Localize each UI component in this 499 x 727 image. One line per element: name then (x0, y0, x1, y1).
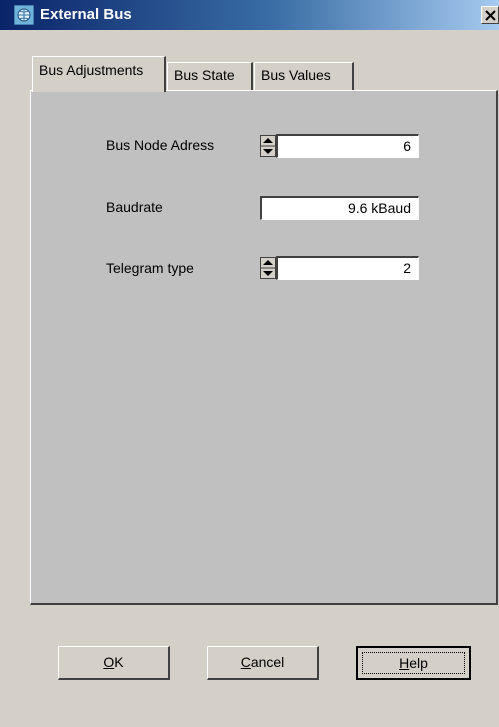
tab-bus-values[interactable]: Bus Values (254, 62, 354, 91)
cancel-button[interactable]: Cancel (207, 646, 319, 680)
bus-node-address-field[interactable]: 6 (276, 134, 419, 158)
tab-bus-adjustments[interactable]: Bus Adjustments (32, 56, 166, 92)
spin-up-down-icon (260, 257, 276, 279)
external-bus-dialog: External Bus Bus Adjustments Bus State B… (0, 0, 499, 727)
tab-label: Bus State (174, 67, 235, 83)
ok-label-rest: K (114, 654, 124, 670)
cancel-label-rest: ancel (250, 654, 285, 670)
window-title: External Bus (40, 6, 132, 23)
telegram-type-label: Telegram type (106, 260, 194, 276)
title-bar[interactable]: External Bus (0, 0, 499, 30)
app-icon (13, 4, 35, 26)
bus-node-address-label: Bus Node Adress (106, 137, 215, 153)
bus-node-address-spinner[interactable] (260, 135, 276, 157)
spin-up-down-icon (260, 135, 276, 157)
close-button[interactable] (481, 6, 499, 24)
ok-mnemonic: O (103, 654, 115, 670)
telegram-type-spinner[interactable] (260, 257, 276, 279)
ok-button[interactable]: OK (58, 646, 170, 680)
baudrate-label: Baudrate (106, 199, 163, 215)
tab-label: Bus Values (261, 67, 331, 83)
tab-label: Bus Adjustments (39, 62, 144, 78)
tab-panel-bus-adjustments: Bus Node Adress 6 Baudrate 9.6 kBaud Tel… (30, 90, 498, 605)
help-button[interactable]: Help (356, 646, 471, 680)
baudrate-field[interactable]: 9.6 kBaud (260, 196, 419, 220)
telegram-type-field[interactable]: 2 (276, 256, 419, 280)
close-icon (485, 10, 496, 21)
cancel-mnemonic: C (240, 654, 251, 670)
focus-rectangle (362, 652, 465, 674)
tab-bus-state[interactable]: Bus State (167, 62, 253, 91)
